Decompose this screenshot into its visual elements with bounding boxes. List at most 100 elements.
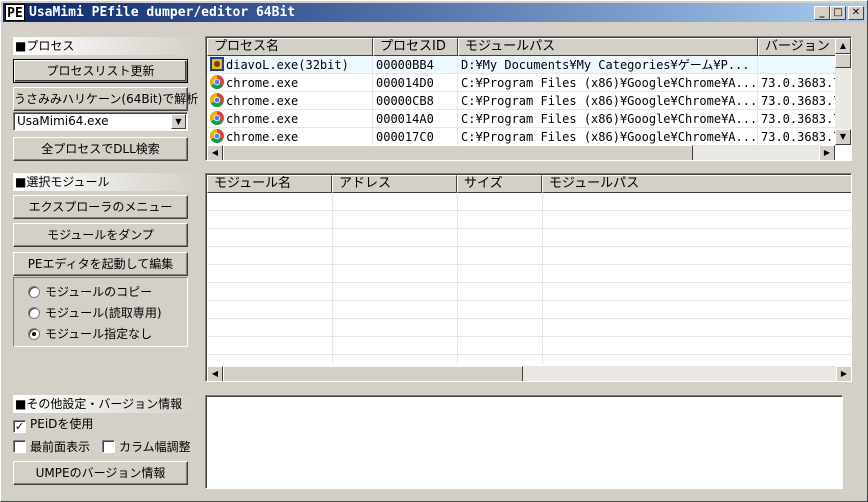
- checkbox-icon[interactable]: [13, 440, 26, 453]
- column-module-path[interactable]: モジュールパス: [542, 175, 851, 193]
- process-list[interactable]: プロセス名 プロセスID モジュールパス バージョン diavoL.exe(32…: [205, 36, 852, 161]
- scroll-right-icon[interactable]: ▶: [836, 366, 851, 381]
- process-combo-value: UsaMimi64.exe: [17, 114, 109, 128]
- process-name-text: diavoL.exe(32bit): [226, 58, 349, 72]
- radio-icon[interactable]: [28, 307, 40, 319]
- peid-checkbox[interactable]: ✓ PEiDを使用: [13, 415, 93, 433]
- process-name-text: chrome.exe: [226, 112, 299, 126]
- cell-process-name: chrome.exe: [207, 74, 373, 92]
- scroll-up-icon[interactable]: ▲: [835, 38, 851, 54]
- module-list[interactable]: モジュール名 アドレス サイズ モジュールパス ◀ ▶: [205, 173, 852, 382]
- cell-process-name: chrome.exe: [207, 92, 373, 110]
- radio-module-readonly-label: モジュール(読取専用): [45, 306, 162, 320]
- topmost-checkbox[interactable]: 最前面表示: [13, 438, 90, 456]
- scroll-down-icon[interactable]: ▼: [835, 129, 851, 145]
- column-adjust-label: カラム幅調整: [119, 440, 191, 454]
- diavol-icon: [210, 57, 224, 71]
- process-name-text: chrome.exe: [226, 76, 299, 90]
- cell-version: 73.0.3683.75: [758, 92, 838, 110]
- table-row[interactable]: chrome.exe 00000CB8 C:¥Program Files (x8…: [207, 92, 838, 110]
- column-version[interactable]: バージョン: [758, 38, 838, 56]
- column-process-name[interactable]: プロセス名: [207, 38, 373, 56]
- radio-module-none-label: モジュール指定なし: [45, 327, 153, 341]
- dll-search-button[interactable]: 全プロセスでDLL検索: [13, 137, 188, 161]
- column-address[interactable]: アドレス: [332, 175, 457, 193]
- column-process-id[interactable]: プロセスID: [373, 38, 458, 56]
- cell-path: D:¥My Documents¥My Categories¥ゲーム¥P...: [458, 56, 758, 74]
- dump-module-button[interactable]: モジュールをダンプ: [13, 223, 188, 247]
- process-list-hscroll[interactable]: ◀ ▶: [207, 145, 835, 160]
- cell-version: 73.0.3683.75: [758, 128, 838, 146]
- process-name-text: chrome.exe: [226, 130, 299, 144]
- minimize-button[interactable]: _: [814, 6, 830, 20]
- cell-path: C:¥Program Files (x86)¥Google¥Chrome¥A..…: [458, 110, 758, 128]
- chrome-icon: [210, 93, 224, 107]
- radio-module-none[interactable]: モジュール指定なし: [28, 325, 152, 343]
- radio-module-readonly[interactable]: モジュール(読取専用): [28, 304, 162, 322]
- topmost-label: 最前面表示: [30, 440, 91, 454]
- module-mode-group: モジュールのコピー モジュール(読取専用) モジュール指定なし: [13, 277, 188, 347]
- column-module-name[interactable]: モジュール名: [207, 175, 332, 193]
- module-list-header: モジュール名 アドレス サイズ モジュールパス: [207, 175, 851, 193]
- cell-version: [758, 56, 838, 74]
- main-window: PE UsaMimi PEfile dumper/editor 64Bit _ …: [0, 0, 868, 502]
- scroll-left-icon[interactable]: ◀: [207, 145, 223, 160]
- process-list-header: プロセス名 プロセスID モジュールパス バージョン: [207, 38, 838, 56]
- radio-icon[interactable]: [28, 286, 40, 298]
- app-pe-icon[interactable]: PE: [5, 4, 25, 21]
- module-list-grid: [207, 193, 851, 364]
- cell-pid: 00000CB8: [373, 92, 458, 110]
- analyze-usamimi-button[interactable]: うさみみハリケーン(64Bit)で解析: [13, 87, 198, 111]
- maximize-button[interactable]: □: [830, 6, 846, 20]
- cell-version: 73.0.3683.75: [758, 74, 838, 92]
- cell-pid: 000014D0: [373, 74, 458, 92]
- process-section-header: ■プロセス: [13, 37, 199, 55]
- cell-pid: 000014A0: [373, 110, 458, 128]
- cell-pid: 000017C0: [373, 128, 458, 146]
- title-bar[interactable]: PE UsaMimi PEfile dumper/editor 64Bit _ …: [3, 3, 865, 22]
- window-title: UsaMimi PEfile dumper/editor 64Bit: [29, 5, 296, 20]
- module-list-hscroll[interactable]: ◀ ▶: [207, 366, 851, 381]
- process-name-text: chrome.exe: [226, 94, 299, 108]
- checkbox-icon[interactable]: [102, 440, 115, 453]
- column-module-path[interactable]: モジュールパス: [458, 38, 758, 56]
- explorer-menu-button[interactable]: エクスプローラのメニュー: [13, 195, 188, 219]
- process-combo[interactable]: UsaMimi64.exe ▼: [13, 112, 188, 131]
- cell-process-name: chrome.exe: [207, 110, 373, 128]
- table-row[interactable]: chrome.exe 000017C0 C:¥Program Files (x8…: [207, 128, 838, 146]
- column-size[interactable]: サイズ: [457, 175, 542, 193]
- info-output-pane[interactable]: [205, 395, 843, 489]
- scroll-left-icon[interactable]: ◀: [207, 366, 223, 381]
- table-row[interactable]: diavoL.exe(32bit) 00000BB4 D:¥My Documen…: [207, 56, 838, 74]
- hscroll-thumb[interactable]: [223, 366, 523, 381]
- checkmark-icon[interactable]: ✓: [13, 420, 26, 433]
- scroll-right-icon[interactable]: ▶: [819, 145, 835, 160]
- cell-process-name: diavoL.exe(32bit): [207, 56, 373, 74]
- close-button[interactable]: ✕: [848, 6, 864, 20]
- chevron-down-icon[interactable]: ▼: [171, 114, 186, 129]
- hscroll-thumb[interactable]: [223, 145, 693, 160]
- table-row[interactable]: chrome.exe 000014A0 C:¥Program Files (x8…: [207, 110, 838, 128]
- cell-pid: 00000BB4: [373, 56, 458, 74]
- table-row[interactable]: chrome.exe 000014D0 C:¥Program Files (x8…: [207, 74, 838, 92]
- column-adjust-checkbox[interactable]: カラム幅調整: [102, 438, 191, 456]
- vscroll-thumb[interactable]: [835, 54, 851, 68]
- chrome-icon: [210, 75, 224, 89]
- cell-path: C:¥Program Files (x86)¥Google¥Chrome¥A..…: [458, 74, 758, 92]
- module-section-header: ■選択モジュール: [13, 173, 199, 191]
- peid-label: PEiDを使用: [30, 417, 94, 431]
- cell-version: 73.0.3683.75: [758, 110, 838, 128]
- process-list-vscroll[interactable]: ▲ ▼: [835, 38, 851, 145]
- cell-path: C:¥Program Files (x86)¥Google¥Chrome¥A..…: [458, 128, 758, 146]
- radio-module-copy[interactable]: モジュールのコピー: [28, 283, 152, 301]
- other-section-header: ■その他設定・バージョン情報: [13, 395, 199, 413]
- pe-editor-button[interactable]: PEエディタを起動して編集: [13, 252, 188, 276]
- version-info-button[interactable]: UMPEのバージョン情報: [13, 461, 188, 485]
- cell-process-name: chrome.exe: [207, 128, 373, 146]
- radio-module-copy-label: モジュールのコピー: [45, 285, 153, 299]
- chrome-icon: [210, 129, 224, 143]
- chrome-icon: [210, 111, 224, 125]
- refresh-process-list-button[interactable]: プロセスリスト更新: [13, 59, 188, 83]
- cell-path: C:¥Program Files (x86)¥Google¥Chrome¥A..…: [458, 92, 758, 110]
- radio-selected-icon[interactable]: [28, 328, 40, 340]
